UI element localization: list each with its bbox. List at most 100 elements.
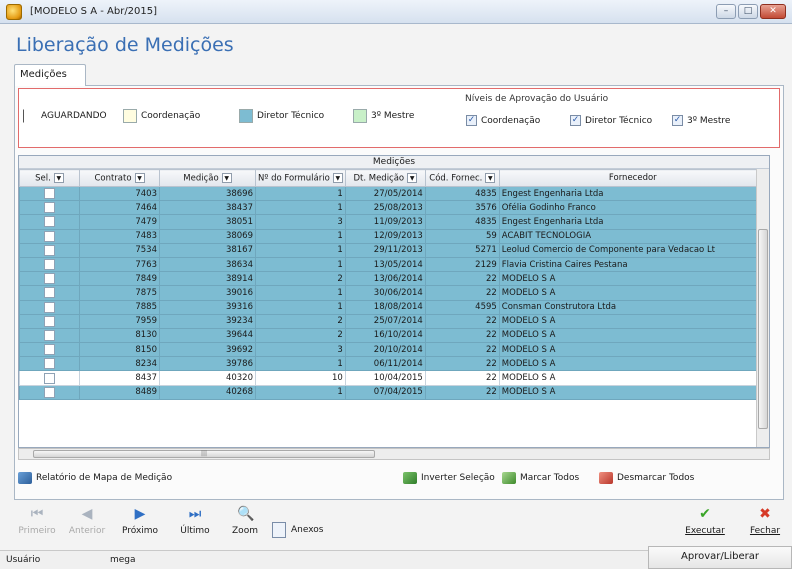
select-cell[interactable] <box>19 342 80 358</box>
column-header[interactable]: Nº do Formulário ▼ <box>255 169 346 187</box>
filter-dropdown-icon[interactable]: ▼ <box>407 172 418 183</box>
select-cell[interactable] <box>19 271 80 287</box>
vertical-scroll-thumb[interactable] <box>758 229 768 429</box>
row-checkbox[interactable] <box>44 216 55 228</box>
row-checkbox[interactable] <box>44 329 55 341</box>
horizontal-scroll-thumb[interactable]: ||| <box>33 450 375 458</box>
row-checkbox[interactable] <box>44 202 55 214</box>
table-cell: 2 <box>255 271 346 287</box>
app-icon <box>6 3 22 20</box>
table-row[interactable]: 7959 39234 2 25/07/2014 22 MODELO S A <box>19 313 767 329</box>
legend-swatch <box>123 109 137 123</box>
row-checkbox[interactable] <box>44 259 55 271</box>
relatorio-label: Relatório de Mapa de Medição <box>36 473 173 483</box>
filter-dropdown-icon[interactable]: ▼ <box>53 172 64 183</box>
table-row[interactable]: 8150 39692 3 20/10/2014 22 MODELO S A <box>19 342 767 358</box>
column-header[interactable]: Cód. Fornec. ▼ <box>424 169 500 187</box>
select-cell[interactable] <box>19 214 80 230</box>
select-cell[interactable] <box>19 327 80 344</box>
executar-button[interactable]: ✔ Executar <box>680 504 730 544</box>
table-cell: Engest Engenharia Ltda <box>498 214 767 230</box>
anterior-button[interactable]: ◀ Anterior <box>62 504 112 544</box>
close-icon[interactable]: ✕ <box>760 4 786 19</box>
level-coordenacao-checkbox[interactable]: ✓ Coordenação <box>466 115 540 126</box>
column-header[interactable]: Sel. ▼ <box>19 169 80 187</box>
row-checkbox[interactable] <box>44 188 55 200</box>
minimize-icon[interactable]: – <box>716 4 736 19</box>
row-checkbox[interactable] <box>44 358 55 370</box>
row-checkbox[interactable] <box>44 244 55 256</box>
level-mestre-checkbox[interactable]: ✓ 3º Mestre <box>672 115 730 126</box>
fechar-button[interactable]: ✖ Fechar <box>740 504 790 544</box>
level-diretor-checkbox[interactable]: ✓ Diretor Técnico <box>570 115 652 126</box>
desmarcar-todos-button[interactable]: Desmarcar Todos <box>599 472 694 484</box>
table-row[interactable]: 7763 38634 1 13/05/2014 2129 Flavia Cristina … <box>19 256 767 273</box>
select-cell[interactable] <box>19 185 80 202</box>
filter-dropdown-icon[interactable]: ▼ <box>485 172 496 183</box>
marcar-todos-button[interactable]: Marcar Todos <box>502 472 579 484</box>
row-checkbox[interactable] <box>44 287 55 299</box>
select-cell[interactable] <box>19 285 80 301</box>
table-row[interactable]: 7885 39316 1 18/08/2014 4595 Consman Construt… <box>19 299 767 315</box>
table-row[interactable]: 8130 39644 2 16/10/2014 22 MODELO S A <box>19 327 767 344</box>
table-row[interactable]: 7479 38051 3 11/09/2013 4835 Engest Engenhari… <box>19 214 767 230</box>
table-cell: 16/10/2014 <box>344 327 426 344</box>
row-checkbox[interactable] <box>44 344 55 356</box>
column-header[interactable]: Contrato ▼ <box>79 169 160 187</box>
column-header[interactable]: Medição ▼ <box>159 169 256 187</box>
row-checkbox[interactable] <box>44 315 55 327</box>
select-cell[interactable] <box>19 356 80 372</box>
select-cell[interactable] <box>19 200 80 216</box>
ultimo-button[interactable]: ⏭ Último <box>170 504 220 544</box>
row-checkbox[interactable] <box>44 301 55 313</box>
table-cell: 8489 <box>79 384 160 400</box>
grid-caption: Medições <box>19 156 769 169</box>
table-row[interactable]: 7464 38437 1 25/08/2013 3576 Ofélia Godinho F… <box>19 200 767 216</box>
table-row[interactable]: 7403 38696 1 27/05/2014 4835 Engest Engenhari… <box>19 185 767 202</box>
select-cell[interactable] <box>19 299 80 315</box>
table-row[interactable]: 7849 38914 2 13/06/2014 22 MODELO S A <box>19 271 767 287</box>
zoom-button[interactable]: 🔍 Zoom <box>220 504 270 544</box>
table-row[interactable]: 7875 39016 1 30/06/2014 22 MODELO S A <box>19 285 767 301</box>
row-checkbox[interactable] <box>44 273 55 285</box>
anexos-button[interactable]: Anexos <box>272 504 342 544</box>
invert-selection-icon <box>403 472 417 484</box>
select-cell[interactable] <box>19 242 80 258</box>
select-cell[interactable] <box>19 256 80 273</box>
tab-medicoes[interactable]: Medições <box>14 64 86 86</box>
primeiro-button[interactable]: ⏮ Primeiro <box>12 504 62 544</box>
row-checkbox[interactable] <box>44 386 55 398</box>
vertical-scrollbar[interactable] <box>756 169 769 447</box>
filter-dropdown-icon[interactable]: ▼ <box>221 172 232 183</box>
select-cell[interactable] <box>19 228 80 244</box>
table-cell: 7885 <box>79 299 160 315</box>
maximize-icon[interactable]: □ <box>738 4 758 19</box>
table-cell: MODELO S A <box>498 271 767 287</box>
select-cell[interactable] <box>19 313 80 329</box>
row-checkbox[interactable] <box>44 230 55 242</box>
uncheck-all-icon <box>599 472 613 484</box>
filter-dropdown-icon[interactable]: ▼ <box>134 172 145 183</box>
filter-dropdown-icon[interactable]: ▼ <box>332 172 343 183</box>
table-row[interactable]: 7483 38069 1 12/09/2013 59 ACABIT TECNOLOGIA <box>19 228 767 244</box>
medicoes-table: Sel. ▼ Contrato ▼ Medição ▼ Nº do Formulário ▼ D… <box>19 169 767 400</box>
column-header-label: Dt. Medição <box>353 173 405 184</box>
table-cell: 1 <box>255 384 346 400</box>
table-row[interactable]: 8489 40268 1 07/04/2015 22 MODELO S A <box>19 384 767 400</box>
horizontal-scrollbar[interactable]: ||| <box>18 448 770 460</box>
column-header[interactable]: Fornecedor <box>498 169 767 187</box>
column-header[interactable]: Dt. Medição ▼ <box>344 169 426 187</box>
table-row[interactable]: 7534 38167 1 29/11/2013 5271 Leolud Comercio … <box>19 242 767 258</box>
table-row[interactable]: 8234 39786 1 06/11/2014 22 MODELO S A <box>19 356 767 372</box>
table-cell: MODELO S A <box>498 370 767 386</box>
legend-diretor: Diretor Técnico <box>239 109 324 123</box>
relatorio-mapa-link[interactable]: Relatório de Mapa de Medição <box>18 472 172 484</box>
proximo-button[interactable]: ▶ Próximo <box>115 504 165 544</box>
aprovar-liberar-button[interactable]: Aprovar/Liberar <box>648 546 792 569</box>
select-cell[interactable] <box>19 370 80 386</box>
select-cell[interactable] <box>19 384 80 400</box>
table-row[interactable]: 8437 40320 10 10/04/2015 22 MODELO S A <box>19 370 767 386</box>
row-checkbox[interactable] <box>44 372 55 384</box>
table-cell: ACABIT TECNOLOGIA <box>498 228 767 244</box>
inverter-selecao-button[interactable]: Inverter Seleção <box>403 472 495 484</box>
